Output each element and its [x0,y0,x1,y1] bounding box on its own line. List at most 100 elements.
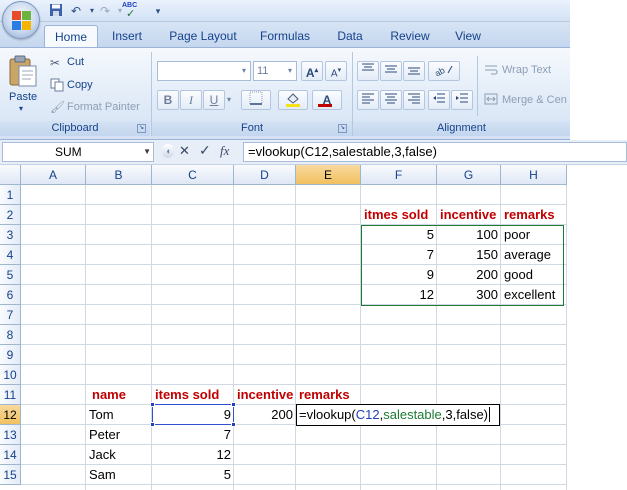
column-header-a[interactable]: A [21,165,86,185]
font-color-button[interactable]: A [312,90,342,110]
column-header-f[interactable]: F [361,165,437,185]
row-header[interactable]: 11 [0,385,21,405]
range-handle[interactable] [231,402,236,407]
row-header[interactable]: 3 [0,225,21,245]
paste-icon[interactable] [6,54,40,88]
gridline [21,344,567,345]
customize-toolbar-icon[interactable]: ▾ [150,3,166,19]
column-header-b[interactable]: B [86,165,152,185]
font-size-dropdown-icon[interactable]: ▾ [284,62,296,80]
row-header[interactable]: 15 [0,465,21,485]
header-name[interactable]: name [86,385,129,405]
cell-items-sold[interactable]: 5 [152,465,234,485]
align-right-button[interactable] [403,90,425,110]
name-box[interactable]: SUM ▼ [2,142,154,162]
font-size-combo[interactable]: 11 ▾ [253,61,297,81]
tab-insert[interactable]: Insert [102,25,152,48]
header-incentive[interactable]: incentive [234,385,296,405]
range-handle[interactable] [150,422,155,427]
row-header[interactable]: 9 [0,345,21,365]
font-name-combo[interactable]: ▾ [157,61,251,81]
column-header-d[interactable]: D [234,165,296,185]
column-header-c[interactable]: C [152,165,234,185]
office-button[interactable] [2,1,40,39]
cancel-icon[interactable]: ✕ [179,143,190,159]
row-header[interactable]: 6 [0,285,21,305]
cell-name[interactable]: Sam [86,465,119,485]
cut-button[interactable]: Cut [67,56,84,68]
select-all-corner[interactable] [0,165,21,185]
lookup-header-items-sold[interactable]: itmes sold [361,205,431,225]
range-handle[interactable] [231,422,236,427]
column-header-g[interactable]: G [437,165,501,185]
name-box-dropdown-icon[interactable]: ▼ [143,143,151,161]
copy-button[interactable]: Copy [67,79,93,91]
font-launcher-icon[interactable]: ↘ [338,124,347,133]
spelling-icon[interactable]: ABC ✓ [122,2,144,20]
paste-button[interactable]: Paste [9,91,37,103]
redo-icon[interactable]: ↷ [97,3,113,19]
row-header[interactable]: 2 [0,205,21,225]
formula-input[interactable]: =vlookup(C12,salestable,3,false) [243,142,627,162]
cell-name[interactable]: Jack [86,445,119,465]
clipboard-launcher-icon[interactable]: ↘ [137,124,146,133]
bold-button[interactable]: B [157,90,179,110]
increase-indent-button[interactable] [451,90,473,110]
c12-reference-highlight [152,404,234,425]
align-top-button[interactable] [357,61,379,81]
alignment-group-label: Alignment [353,121,570,136]
header-items-sold[interactable]: items sold [152,385,222,405]
active-cell-editor[interactable]: =vlookup(C12,salestable,3,false) [296,404,500,426]
undo-icon[interactable]: ↶ [68,3,84,19]
increase-indent-icon [456,93,468,103]
row-header[interactable]: 14 [0,445,21,465]
range-handle[interactable] [150,402,155,407]
grow-font-button[interactable]: A▴ [301,61,323,81]
shrink-font-button[interactable]: A▾ [325,61,347,81]
format-painter-button[interactable]: Format Painter [67,101,140,113]
enter-icon[interactable]: ✓ [199,142,211,159]
tab-home[interactable]: Home [44,25,98,48]
align-left-button[interactable] [357,90,379,110]
row-header[interactable]: 4 [0,245,21,265]
align-center-button[interactable] [380,90,402,110]
align-bottom-button[interactable] [403,61,425,81]
row-header-selected[interactable]: 12 [0,405,21,425]
fill-color-button[interactable] [278,90,308,110]
font-name-dropdown-icon[interactable]: ▾ [238,62,250,80]
insert-function-icon[interactable]: fx [220,143,229,159]
tab-view[interactable]: View [446,25,490,48]
row-header[interactable]: 13 [0,425,21,445]
header-remarks[interactable]: remarks [296,385,353,405]
orientation-button[interactable]: ab [428,61,460,81]
row-header[interactable]: 1 [0,185,21,205]
cell-name[interactable]: Peter [86,425,123,445]
paste-dropdown-icon[interactable]: ▾ [19,104,23,113]
expand-icon[interactable]: ◖ [162,144,174,158]
tab-page-layout[interactable]: Page Layout [164,25,242,48]
cell-name[interactable]: Tom [86,405,117,425]
wrap-text-button[interactable]: Wrap Text [502,64,551,76]
lookup-header-remarks[interactable]: remarks [501,205,558,225]
italic-button[interactable]: I [180,90,202,110]
cell-items-sold[interactable]: 12 [152,445,234,465]
row-header[interactable]: 10 [0,365,21,385]
decrease-indent-button[interactable] [428,90,450,110]
align-middle-button[interactable] [380,61,402,81]
cell-items-sold[interactable]: 7 [152,425,234,445]
underline-button[interactable]: U [203,90,225,110]
merge-center-button[interactable]: Merge & Cen [502,94,567,106]
row-header[interactable]: 5 [0,265,21,285]
tab-formulas[interactable]: Formulas [252,25,318,48]
column-header-h[interactable]: H [501,165,567,185]
save-icon[interactable] [48,3,64,19]
lookup-header-incentive[interactable]: incentive [437,205,499,225]
underline-dropdown-icon[interactable]: ▾ [227,95,231,104]
tab-data[interactable]: Data [328,25,372,48]
column-header-e[interactable]: E [296,165,361,185]
borders-button[interactable] [241,90,271,110]
row-header[interactable]: 7 [0,305,21,325]
row-header[interactable]: 8 [0,325,21,345]
tab-review[interactable]: Review [382,25,438,48]
cell-incentive[interactable]: 200 [234,405,296,425]
